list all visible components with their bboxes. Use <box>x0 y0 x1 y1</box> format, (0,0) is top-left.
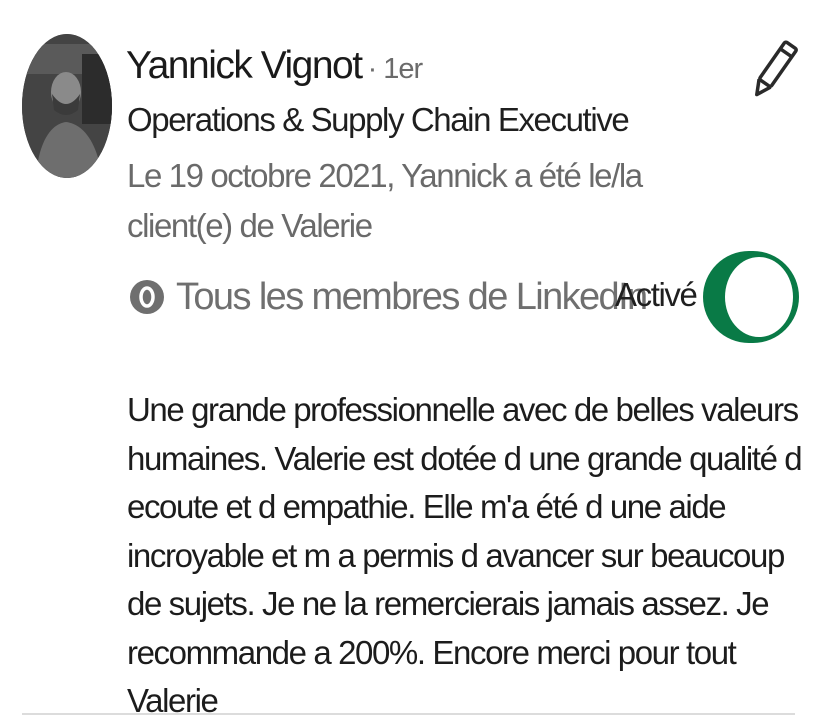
toggle-label: Activé <box>615 276 698 313</box>
pencil-icon <box>755 40 798 97</box>
profile-name[interactable]: Yannick Vignot <box>126 44 363 88</box>
visibility-setting[interactable]: Tous les membres de LinkedIn <box>128 272 648 322</box>
divider <box>22 713 795 715</box>
profile-headline: Operations & Supply Chain Executive <box>127 101 630 138</box>
visibility-label: Tous les membres de LinkedIn <box>176 275 648 318</box>
profile-name-row: Yannick Vignot · 1er <box>126 44 424 94</box>
relationship-text: Le 19 octobre 2021, Yannick a été le/la … <box>127 157 643 244</box>
recommendation-text: Une grande professionnelle avec de belle… <box>127 391 803 719</box>
visibility-icon <box>130 280 164 314</box>
activation-toggle[interactable] <box>703 251 799 343</box>
connection-degree: · 1er <box>367 53 424 85</box>
edit-button[interactable] <box>748 38 800 102</box>
avatar[interactable] <box>22 34 112 178</box>
toggle-knob <box>725 257 793 337</box>
